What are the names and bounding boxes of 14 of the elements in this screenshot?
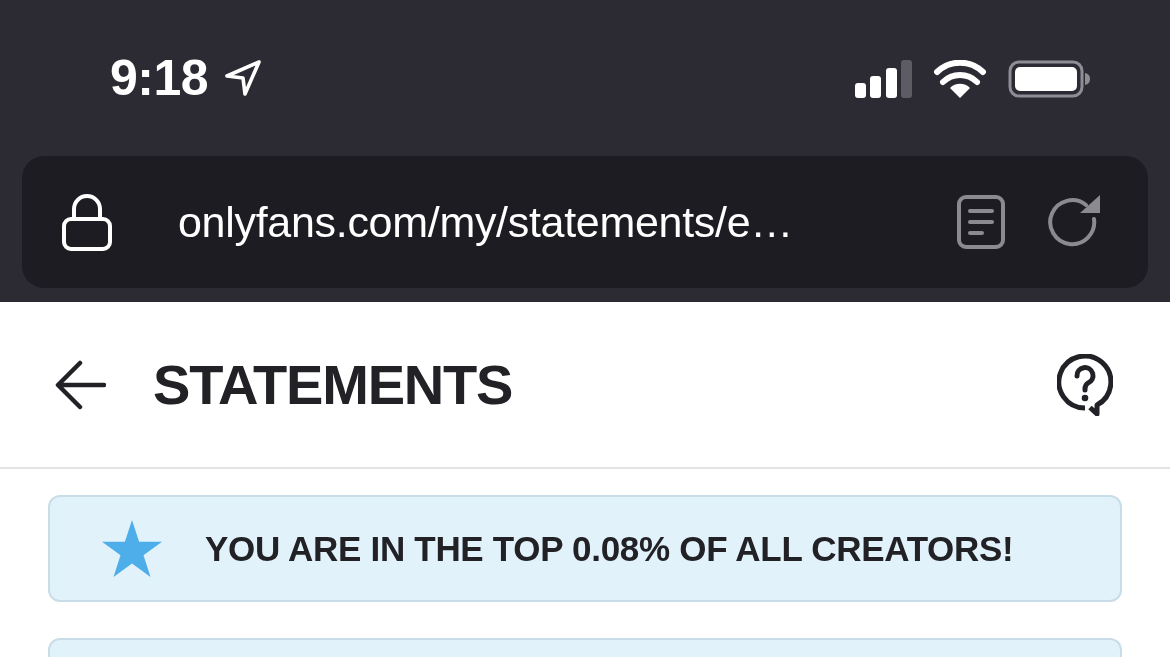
- banner-text: YOU ARE IN THE TOP 0.08% OF ALL CREATORS!: [205, 528, 1014, 569]
- help-icon[interactable]: [1057, 353, 1113, 416]
- signal-bars-icon: [855, 60, 912, 98]
- reload-icon[interactable]: [1046, 195, 1102, 249]
- status-time: 9:18: [110, 49, 209, 107]
- battery-icon: [1008, 60, 1090, 98]
- reader-icon[interactable]: [957, 195, 1005, 249]
- url-field[interactable]: onlyfans.com/my/statements/e…: [178, 197, 794, 247]
- wifi-icon: [934, 60, 986, 98]
- page-title: STATEMENTS: [153, 352, 513, 417]
- back-arrow-icon[interactable]: [55, 359, 106, 410]
- lock-icon: [62, 193, 112, 251]
- location-arrow-icon: [224, 59, 263, 97]
- star-icon: [102, 520, 162, 577]
